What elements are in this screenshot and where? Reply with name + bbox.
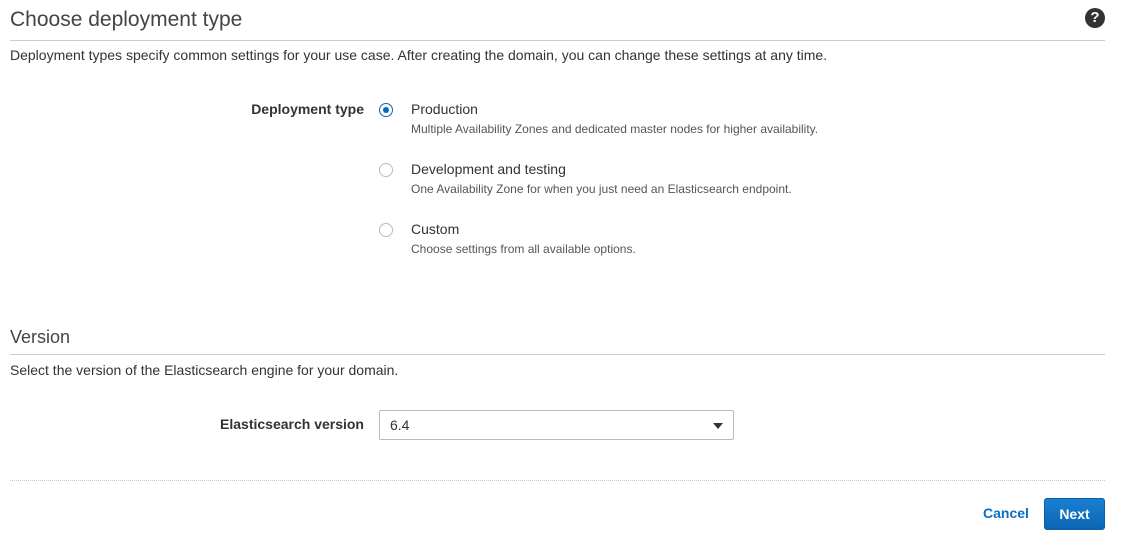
page: Choose deployment type ? Deployment type… <box>0 0 1125 547</box>
version-section-title: Version <box>10 327 71 347</box>
radio-label: Development and testing <box>411 161 566 177</box>
elasticsearch-version-label: Elasticsearch version <box>220 416 364 432</box>
radio-option-development-testing[interactable]: Development and testing One Availability… <box>379 161 979 201</box>
caret-down-icon <box>713 423 723 429</box>
question-circle-icon[interactable]: ? <box>1085 8 1105 28</box>
select-value: 6.4 <box>390 417 410 433</box>
version-section-header: Version <box>10 325 1105 355</box>
radio-option-custom[interactable]: Custom Choose settings from all availabl… <box>379 221 979 261</box>
elasticsearch-version-select[interactable]: 6.4 <box>379 410 734 440</box>
footer-divider <box>10 480 1105 481</box>
next-button[interactable]: Next <box>1044 498 1105 530</box>
radio-description: Choose settings from all available optio… <box>411 242 636 256</box>
radio-button-selected[interactable] <box>379 103 393 117</box>
radio-button[interactable] <box>379 163 393 177</box>
deployment-description: Deployment types specify common settings… <box>10 47 828 63</box>
radio-label: Custom <box>411 221 460 237</box>
deployment-section-header: Choose deployment type ? <box>10 6 1105 41</box>
deployment-section-title: Choose deployment type <box>10 8 243 31</box>
radio-button[interactable] <box>379 223 393 237</box>
deployment-type-label: Deployment type <box>251 101 364 117</box>
version-description: Select the version of the Elasticsearch … <box>10 362 399 378</box>
radio-description: One Availability Zone for when you just … <box>411 182 792 196</box>
radio-option-production[interactable]: Production Multiple Availability Zones a… <box>379 101 979 141</box>
radio-label: Production <box>411 101 478 117</box>
cancel-button[interactable]: Cancel <box>983 505 1029 521</box>
radio-dot <box>383 107 389 113</box>
radio-description: Multiple Availability Zones and dedicate… <box>411 122 819 136</box>
